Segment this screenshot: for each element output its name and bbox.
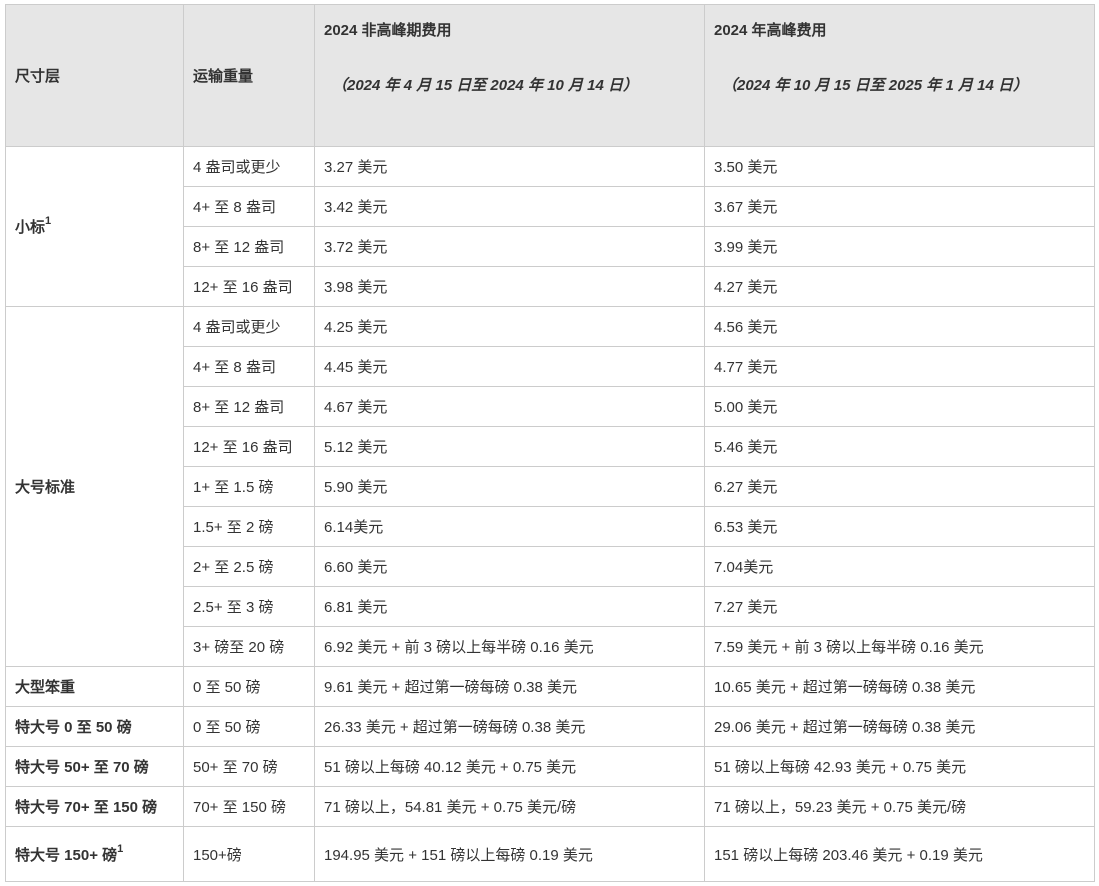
offpeak-fee-cell: 4.67 美元 <box>314 386 705 427</box>
shipping-weight-cell: 70+ 至 150 磅 <box>183 786 315 827</box>
peak-fee-cell: 151 磅以上每磅 203.46 美元 + 0.19 美元 <box>704 826 1095 882</box>
peak-fee-cell: 10.65 美元 + 超过第一磅每磅 0.38 美元 <box>704 666 1095 707</box>
size-tier-cell: 大型笨重 <box>5 666 184 707</box>
offpeak-fee-cell: 6.60 美元 <box>314 546 705 587</box>
shipping-weight-cell: 50+ 至 70 磅 <box>183 746 315 787</box>
offpeak-fee-cell: 6.81 美元 <box>314 586 705 627</box>
footnote-marker: 1 <box>117 842 124 855</box>
offpeak-fee-cell: 6.14美元 <box>314 506 705 547</box>
size-tier-cell: 特大号 50+ 至 70 磅 <box>5 746 184 787</box>
shipping-weight-cell: 12+ 至 16 盎司 <box>183 426 315 467</box>
table-row: 特大号 0 至 50 磅 0 至 50 磅 26.33 美元 + 超过第一磅每磅 0… <box>5 706 1095 747</box>
shipping-weight-cell: 1.5+ 至 2 磅 <box>183 506 315 547</box>
offpeak-fee-cell: 9.61 美元 + 超过第一磅每磅 0.38 美元 <box>314 666 705 707</box>
peak-fee-cell: 5.00 美元 <box>704 386 1095 427</box>
peak-fee-cell: 7.04美元 <box>704 546 1095 587</box>
shipping-weight-cell: 12+ 至 16 盎司 <box>183 266 315 307</box>
shipping-weight-cell: 3+ 磅至 20 磅 <box>183 626 315 667</box>
size-tier-cell: 特大号 0 至 50 磅 <box>5 706 184 747</box>
peak-fee-cell: 7.27 美元 <box>704 586 1095 627</box>
header-peak-fee: 2024 年高峰费用 （2024 年 10 月 15 日至 2025 年 1 月… <box>704 4 1095 147</box>
table-row: 小标1 4 盎司或更少 3.27 美元 3.50 美元 <box>5 146 1095 307</box>
header-shipping-weight: 运输重量 <box>183 4 315 147</box>
shipping-weight-cell: 2.5+ 至 3 磅 <box>183 586 315 627</box>
table-row: 大型笨重 0 至 50 磅 9.61 美元 + 超过第一磅每磅 0.38 美元 10.… <box>5 666 1095 707</box>
offpeak-fee-cell: 5.12 美元 <box>314 426 705 467</box>
size-tier-label: 大型笨重 <box>15 679 76 696</box>
offpeak-fee-cell: 6.92 美元 + 前 3 磅以上每半磅 0.16 美元 <box>314 626 705 667</box>
table-row: 特大号 150+ 磅1 150+磅 194.95 美元 + 151 磅以上每磅 0.… <box>5 826 1095 882</box>
footnote-marker: 1 <box>45 215 52 227</box>
peak-fee-cell: 51 磅以上每磅 42.93 美元 + 0.75 美元 <box>704 746 1095 787</box>
table-body: 小标1 4 盎司或更少 3.27 美元 3.50 美元 4+ 至 8 盎司 3.42 美元… <box>5 146 1095 882</box>
fulfillment-fee-table: 尺寸层 运输重量 2024 非高峰期费用 （2024 年 4 月 15 日至 2… <box>5 4 1095 882</box>
header-offpeak-title: 2024 非高峰期费用 <box>324 22 452 39</box>
peak-fee-cell: 6.27 美元 <box>704 466 1095 507</box>
offpeak-fee-cell: 51 磅以上每磅 40.12 美元 + 0.75 美元 <box>314 746 705 787</box>
peak-fee-cell: 4.77 美元 <box>704 346 1095 387</box>
peak-fee-cell: 3.50 美元 <box>704 146 1095 187</box>
shipping-weight-cell: 8+ 至 12 盎司 <box>183 386 315 427</box>
peak-fee-cell: 5.46 美元 <box>704 426 1095 467</box>
size-tier-label: 特大号 70+ 至 150 磅 <box>15 799 158 816</box>
table-row: 特大号 50+ 至 70 磅 50+ 至 70 磅 51 磅以上每磅 40.12 美… <box>5 746 1095 787</box>
size-tier-label: 特大号 150+ 磅 <box>15 846 118 864</box>
offpeak-fee-cell: 4.45 美元 <box>314 346 705 387</box>
size-tier-cell: 大号标准 <box>5 306 184 667</box>
offpeak-fee-cell: 26.33 美元 + 超过第一磅每磅 0.38 美元 <box>314 706 705 747</box>
fee-table-container: 尺寸层 运输重量 2024 非高峰期费用 （2024 年 4 月 15 日至 2… <box>5 4 1095 882</box>
size-tier-cell: 小标1 <box>5 146 184 307</box>
shipping-weight-cell: 4 盎司或更少 <box>183 146 315 187</box>
shipping-weight-cell: 1+ 至 1.5 磅 <box>183 466 315 507</box>
peak-fee-cell: 3.99 美元 <box>704 226 1095 267</box>
offpeak-fee-cell: 3.72 美元 <box>314 226 705 267</box>
offpeak-fee-cell: 3.42 美元 <box>314 186 705 227</box>
header-size-tier: 尺寸层 <box>5 4 184 147</box>
peak-fee-cell: 6.53 美元 <box>704 506 1095 547</box>
peak-fee-cell: 71 磅以上，59.23 美元 + 0.75 美元/磅 <box>704 786 1095 827</box>
offpeak-fee-cell: 3.27 美元 <box>314 146 705 187</box>
peak-fee-cell: 29.06 美元 + 超过第一磅每磅 0.38 美元 <box>704 706 1095 747</box>
table-row: 特大号 70+ 至 150 磅 70+ 至 150 磅 71 磅以上，54.81 美… <box>5 786 1095 827</box>
size-tier-label: 特大号 50+ 至 70 磅 <box>15 759 149 776</box>
peak-fee-cell: 3.67 美元 <box>704 186 1095 227</box>
shipping-weight-cell: 4 盎司或更少 <box>183 306 315 347</box>
size-tier-cell: 特大号 150+ 磅1 <box>5 826 184 882</box>
header-peak-title: 2024 年高峰费用 <box>714 22 827 39</box>
size-tier-label: 特大号 0 至 50 磅 <box>15 719 132 736</box>
table-row: 大号标准 4 盎司或更少 4.25 美元 4.56 美元 <box>5 306 1095 667</box>
peak-fee-cell: 4.27 美元 <box>704 266 1095 307</box>
offpeak-fee-cell: 194.95 美元 + 151 磅以上每磅 0.19 美元 <box>314 826 705 882</box>
table-header-row: 尺寸层 运输重量 2024 非高峰期费用 （2024 年 4 月 15 日至 2… <box>5 4 1095 147</box>
header-peak-period: （2024 年 10 月 15 日至 2025 年 1 月 14 日） <box>722 77 1028 94</box>
header-offpeak-period: （2024 年 4 月 15 日至 2024 年 10 月 14 日） <box>332 77 638 94</box>
offpeak-fee-cell: 3.98 美元 <box>314 266 705 307</box>
shipping-weight-cell: 150+磅 <box>183 826 315 882</box>
offpeak-fee-cell: 4.25 美元 <box>314 306 705 347</box>
peak-fee-cell: 4.56 美元 <box>704 306 1095 347</box>
shipping-weight-cell: 0 至 50 磅 <box>183 666 315 707</box>
header-offpeak-fee: 2024 非高峰期费用 （2024 年 4 月 15 日至 2024 年 10 … <box>314 4 705 147</box>
shipping-weight-cell: 4+ 至 8 盎司 <box>183 346 315 387</box>
offpeak-fee-cell: 5.90 美元 <box>314 466 705 507</box>
size-tier-label: 大号标准 <box>15 479 76 496</box>
size-tier-cell: 特大号 70+ 至 150 磅 <box>5 786 184 827</box>
size-tier-label: 小标 <box>15 219 46 236</box>
shipping-weight-cell: 8+ 至 12 盎司 <box>183 226 315 267</box>
shipping-weight-cell: 4+ 至 8 盎司 <box>183 186 315 227</box>
shipping-weight-cell: 2+ 至 2.5 磅 <box>183 546 315 587</box>
peak-fee-cell: 7.59 美元 + 前 3 磅以上每半磅 0.16 美元 <box>704 626 1095 667</box>
shipping-weight-cell: 0 至 50 磅 <box>183 706 315 747</box>
offpeak-fee-cell: 71 磅以上，54.81 美元 + 0.75 美元/磅 <box>314 786 705 827</box>
